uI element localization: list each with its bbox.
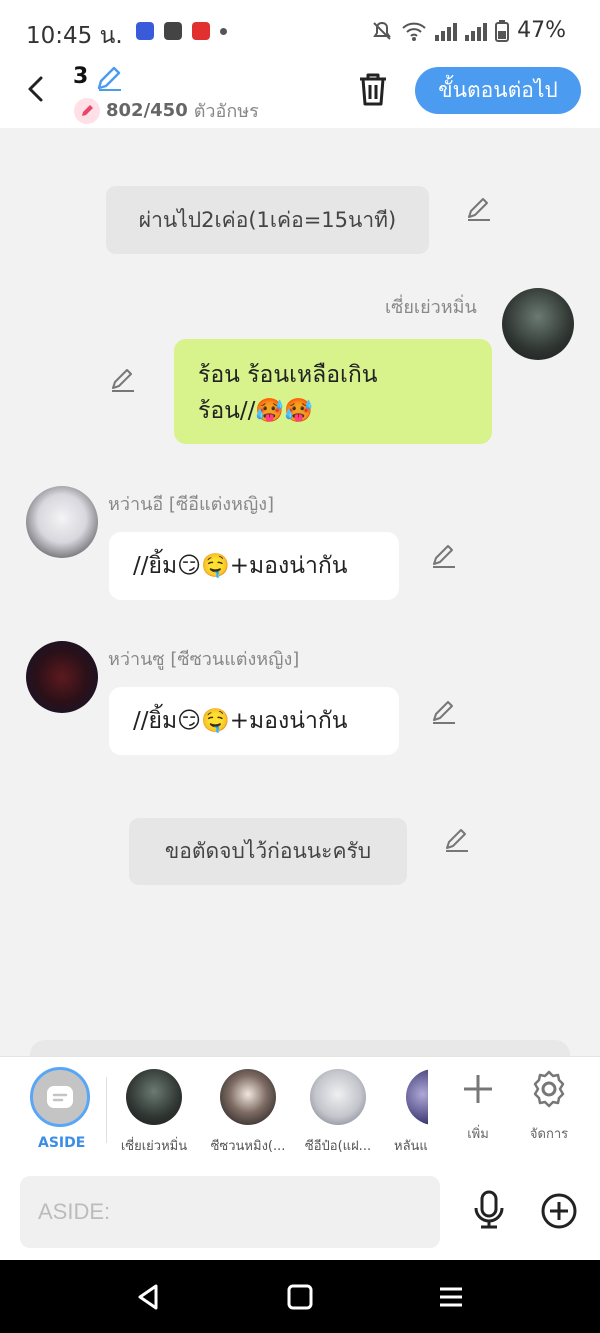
character-counter: 802/450 ตัวอักษร <box>74 96 259 125</box>
edit-title-icon[interactable] <box>95 64 123 92</box>
trash-icon[interactable] <box>356 71 390 107</box>
narration-bubble[interactable]: ขอตัดจบไว้ก่อนนะครับ <box>129 818 407 885</box>
edit-message-icon[interactable] <box>430 542 458 570</box>
microphone-icon[interactable] <box>470 1190 508 1230</box>
edit-message-icon[interactable] <box>443 826 471 854</box>
add-character-button[interactable]: เพิ่ม <box>456 1069 500 1144</box>
avatar[interactable] <box>26 641 98 713</box>
nav-home-icon[interactable] <box>285 1282 315 1312</box>
avatar <box>126 1069 182 1125</box>
app-notification-icon <box>136 22 154 40</box>
next-step-button[interactable]: ขั้นตอนต่อไป <box>415 67 581 114</box>
character-item[interactable]: ซีซวนหมิง(... <box>208 1069 288 1156</box>
add-circle-icon[interactable] <box>540 1192 578 1230</box>
nav-back-icon[interactable] <box>134 1282 164 1312</box>
system-nav-bar <box>0 1260 600 1333</box>
gear-icon <box>533 1070 565 1108</box>
signal-icon <box>435 21 458 41</box>
notification-icons <box>136 22 227 40</box>
char-count: 802/450 <box>106 100 188 121</box>
speaker-name: หว่านซู [ซีซวนแต่งหญิง] <box>108 649 300 670</box>
more-notifications-dot-icon <box>220 27 227 35</box>
character-label: เซี่ยเย่วหมิ่น <box>120 1139 188 1154</box>
character-label: ซีอีป๋อ(แฝ... <box>304 1139 372 1154</box>
edit-message-icon[interactable] <box>465 195 493 223</box>
divider <box>106 1077 107 1143</box>
speaker-name: เซี่ยเย่วหมิ่น <box>385 297 477 318</box>
avatar[interactable] <box>26 486 98 558</box>
avatar[interactable] <box>502 288 574 360</box>
app-notification-icon <box>192 22 210 40</box>
wifi-icon <box>402 22 426 41</box>
message-icon <box>47 1086 73 1108</box>
avatar <box>310 1069 366 1125</box>
message-bubble[interactable]: //ยิ้ม😏🤤+มองน่ากัน <box>109 687 399 755</box>
message-bubble[interactable]: ร้อน ร้อนเหลือเกิน ร้อน//🥵🥵 <box>174 339 492 444</box>
character-item[interactable]: หลันแ <box>394 1069 428 1156</box>
composer <box>0 1164 600 1260</box>
message-input[interactable] <box>20 1176 440 1248</box>
story-title[interactable]: 3 <box>73 64 88 89</box>
character-item[interactable]: เซี่ยเย่วหมิ่น <box>118 1069 190 1156</box>
plus-icon <box>464 1075 492 1103</box>
status-time: 10:45 น. <box>26 23 123 49</box>
speaker-name: หว่านอี [ซีอีแต่งหญิง] <box>108 494 275 515</box>
edit-message-icon[interactable] <box>430 698 458 726</box>
message-bubble[interactable]: //ยิ้ม😏🤤+มองน่ากัน <box>109 532 399 600</box>
character-label: หลันแ <box>394 1139 428 1154</box>
app-notification-icon <box>164 22 182 40</box>
add-label: เพิ่ม <box>467 1127 489 1142</box>
character-item[interactable]: ซีอีป๋อ(แฝ... <box>301 1069 375 1156</box>
character-selector: ASIDE เซี่ยเย่วหมิ่น ซีซวนหมิง(... ซีอีป… <box>0 1056 600 1164</box>
avatar <box>220 1069 276 1125</box>
char-unit: ตัวอักษร <box>193 101 259 122</box>
battery-icon <box>495 19 510 42</box>
nav-menu-icon[interactable] <box>436 1282 466 1312</box>
manage-label: จัดการ <box>529 1127 569 1142</box>
pencil-icon <box>74 97 100 124</box>
chat-area: ผ่านไป2เค่อ(1เค่อ=15นาที) เซี่ยเย่วหมิ่น… <box>0 128 600 1056</box>
message-text-line: ร้อน ร้อนเหลือเกิน <box>198 362 378 388</box>
edit-message-icon[interactable] <box>109 366 137 394</box>
battery-percent: 47% <box>517 18 566 43</box>
mute-icon <box>373 21 391 40</box>
signal-icon <box>465 21 488 41</box>
manage-button[interactable]: จัดการ <box>522 1069 576 1144</box>
message-text-line: ร้อน//🥵🥵 <box>198 398 313 424</box>
character-label: ซีซวนหมิง(... <box>210 1139 286 1154</box>
narration-bubble[interactable]: ผ่านไป2เค่อ(1เค่อ=15นาที) <box>106 186 429 254</box>
aside-label: ASIDE <box>38 1135 86 1151</box>
top-bar: 3 802/450 ตัวอักษร ขั้นตอนต่อไป <box>0 62 600 128</box>
status-bar: 10:45 น. 47% <box>0 0 600 62</box>
avatar <box>406 1069 428 1125</box>
back-arrow-icon[interactable] <box>22 74 52 104</box>
aside-button[interactable] <box>30 1067 90 1127</box>
